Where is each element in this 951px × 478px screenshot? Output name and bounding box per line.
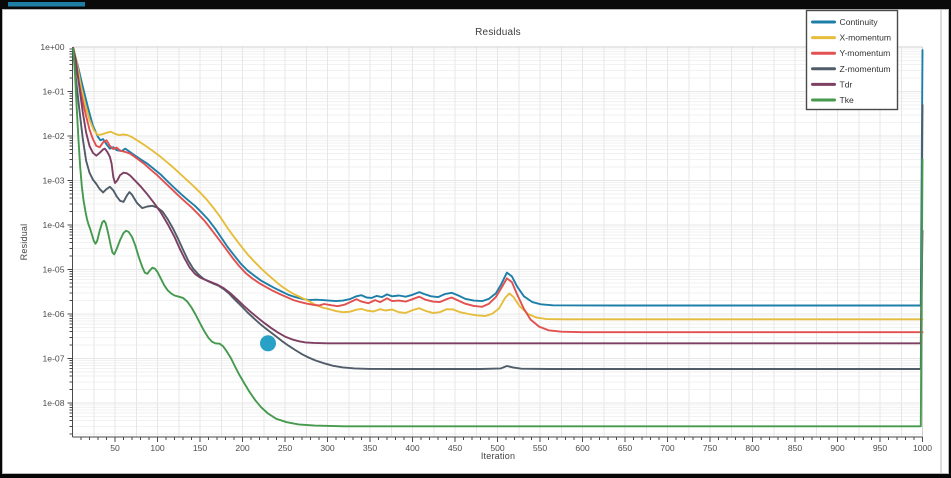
svg-text:1e-07: 1e-07 bbox=[43, 354, 65, 364]
plot-area[interactable] bbox=[73, 47, 923, 437]
title-bar-accent bbox=[8, 2, 85, 7]
svg-text:800: 800 bbox=[745, 443, 760, 453]
svg-text:1e-02: 1e-02 bbox=[43, 131, 65, 141]
current-point-marker bbox=[260, 335, 276, 351]
svg-text:1e-08: 1e-08 bbox=[43, 398, 65, 408]
legend-label-z-momentum: Z-momentum bbox=[840, 64, 891, 74]
svg-text:950: 950 bbox=[873, 443, 888, 453]
svg-text:400: 400 bbox=[405, 443, 420, 453]
svg-text:500: 500 bbox=[490, 443, 505, 453]
svg-text:350: 350 bbox=[363, 443, 378, 453]
legend-label-tdr: Tdr bbox=[840, 79, 853, 89]
legend-label-x-momentum: X-momentum bbox=[840, 33, 892, 43]
svg-text:1000: 1000 bbox=[913, 443, 932, 453]
svg-text:1e+00: 1e+00 bbox=[40, 42, 64, 52]
svg-text:900: 900 bbox=[830, 443, 845, 453]
legend-label-y-momentum: Y-momentum bbox=[840, 48, 891, 58]
residuals-chart: 1e+00 1e-01 1e-02 1e-03 1e-04 1e-05 1e-06 1e-07… bbox=[0, 0, 951, 478]
legend-label-continuity: Continuity bbox=[840, 17, 879, 27]
svg-text:700: 700 bbox=[660, 443, 675, 453]
svg-text:50: 50 bbox=[110, 443, 120, 453]
svg-text:1e-05: 1e-05 bbox=[43, 265, 65, 275]
svg-text:100: 100 bbox=[150, 443, 165, 453]
svg-text:1e-06: 1e-06 bbox=[43, 309, 65, 319]
legend-label-tke: Tke bbox=[840, 95, 855, 105]
svg-text:1e-03: 1e-03 bbox=[43, 176, 65, 186]
title-bar bbox=[0, 0, 951, 9]
svg-text:450: 450 bbox=[448, 443, 463, 453]
svg-text:150: 150 bbox=[193, 443, 208, 453]
svg-text:650: 650 bbox=[618, 443, 633, 453]
svg-text:600: 600 bbox=[575, 443, 590, 453]
legend: Continuity X-momentum Y-momentum Z-momentum… bbox=[807, 11, 898, 110]
svg-text:1e-04: 1e-04 bbox=[43, 220, 65, 230]
graphics-window: 1e+00 1e-01 1e-02 1e-03 1e-04 1e-05 1e-06 1e-07… bbox=[0, 0, 951, 478]
svg-text:750: 750 bbox=[703, 443, 718, 453]
svg-text:300: 300 bbox=[320, 443, 335, 453]
svg-text:850: 850 bbox=[788, 443, 803, 453]
svg-text:250: 250 bbox=[278, 443, 293, 453]
svg-text:1e-01: 1e-01 bbox=[43, 87, 65, 97]
svg-text:200: 200 bbox=[235, 443, 250, 453]
svg-text:550: 550 bbox=[533, 443, 548, 453]
